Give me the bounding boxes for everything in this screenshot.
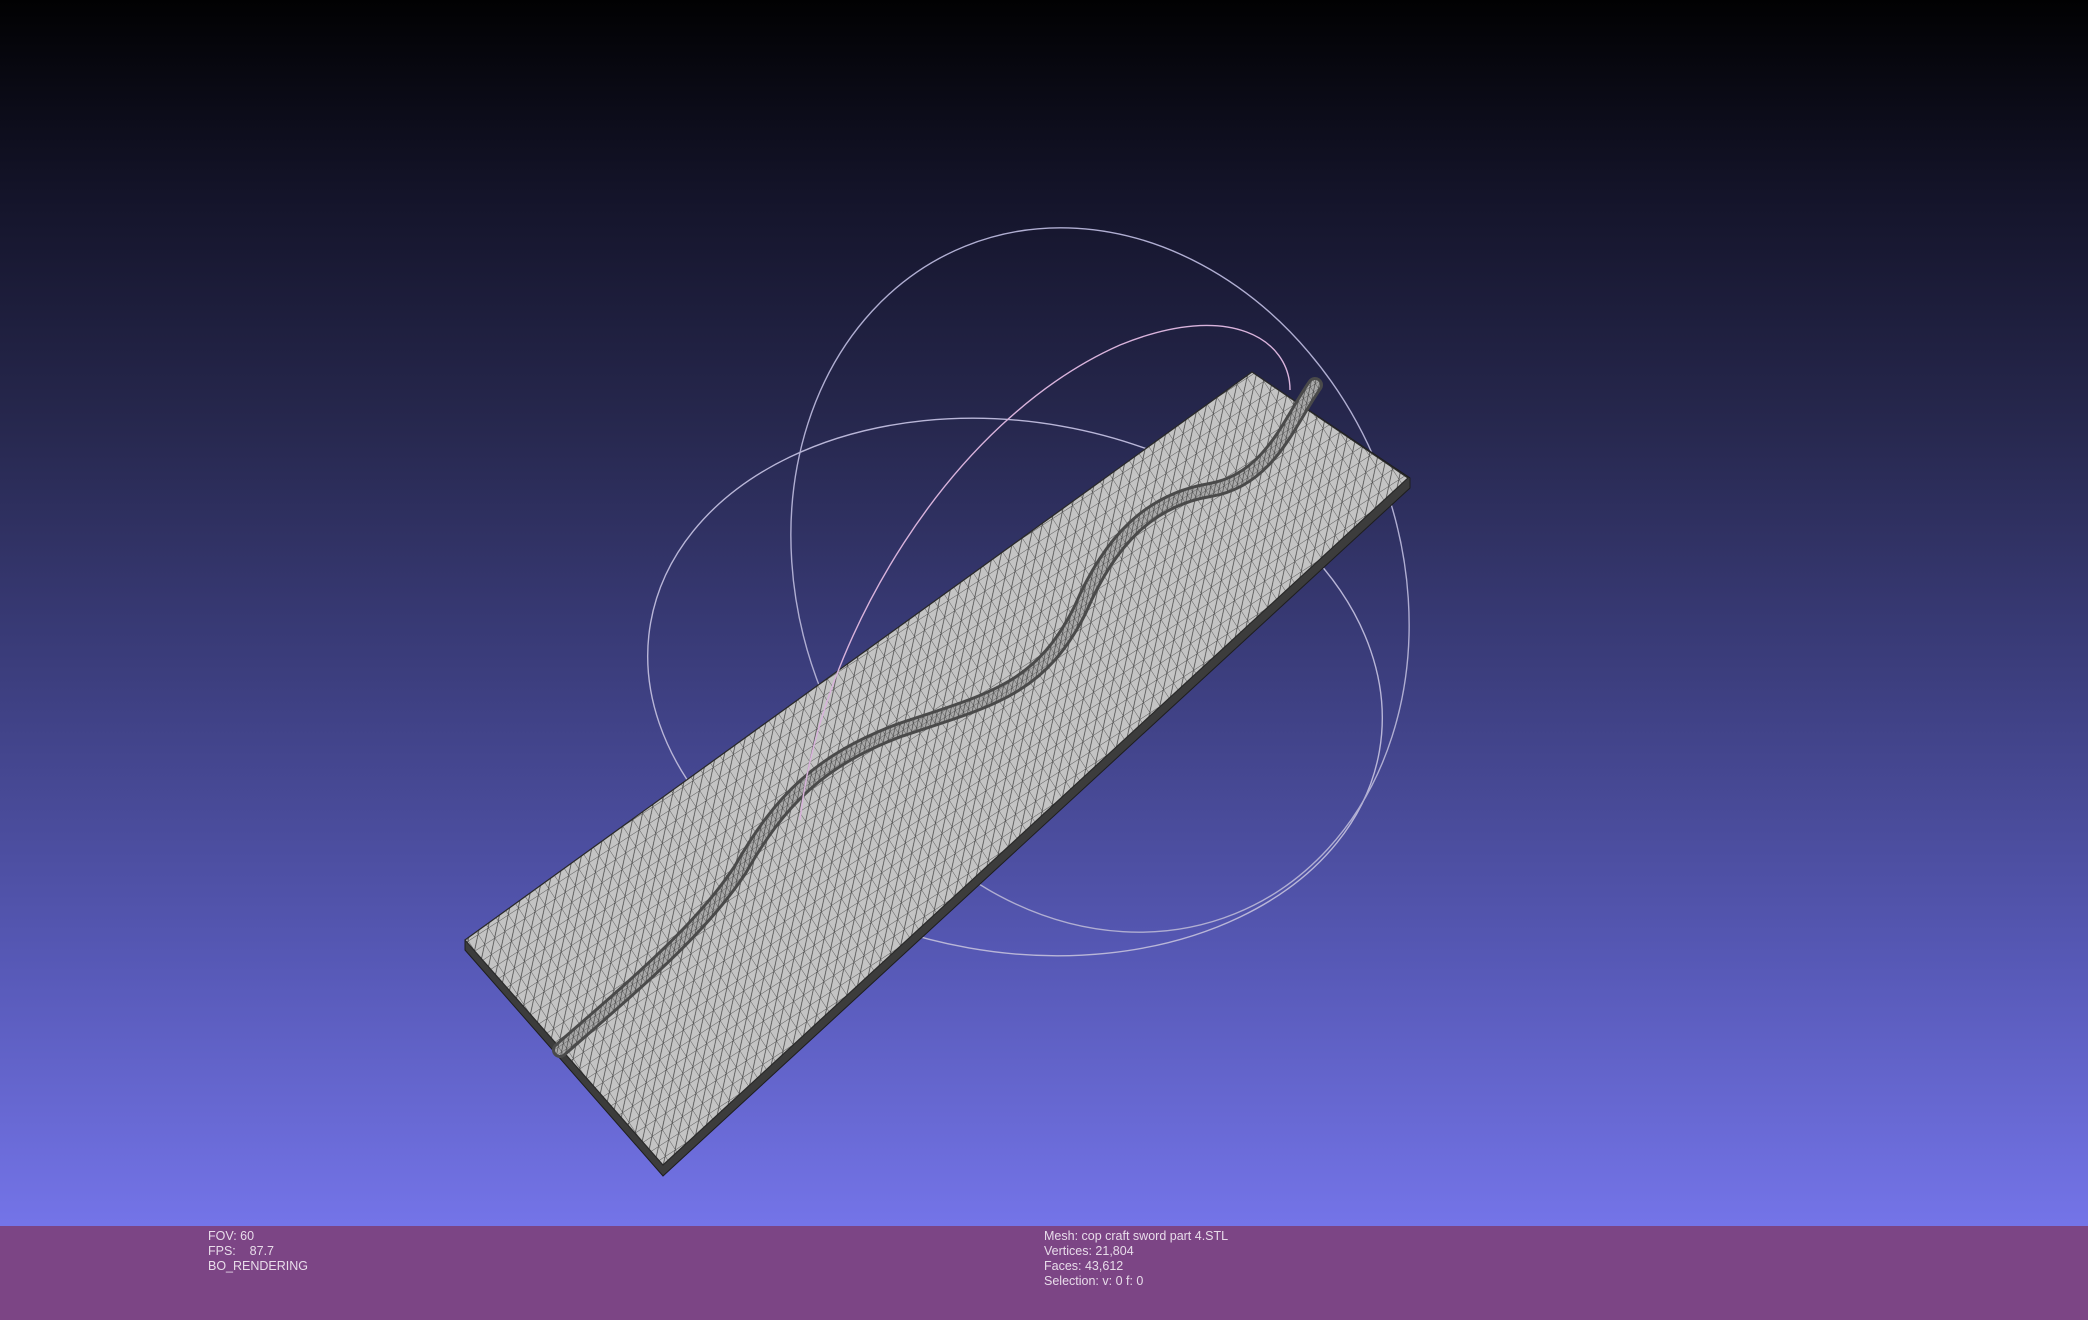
face-count: Faces: 43,612 bbox=[1044, 1259, 1124, 1273]
mesh-scene[interactable] bbox=[0, 0, 2088, 1226]
render-mode: BO_RENDERING bbox=[208, 1259, 309, 1273]
selection-info: Selection: v: 0 f: 0 bbox=[1044, 1274, 1144, 1288]
fps-readout: FPS: 87.7 bbox=[208, 1244, 275, 1258]
mesh-name: Mesh: cop craft sword part 4.STL bbox=[1044, 1229, 1229, 1243]
render-info: FOV: 60 FPS: 87.7 BO_RENDERING bbox=[208, 1229, 308, 1274]
3d-viewport[interactable] bbox=[0, 0, 2088, 1226]
fov-readout: FOV: 60 bbox=[208, 1229, 255, 1243]
status-bar: FOV: 60 FPS: 87.7 BO_RENDERING Mesh: cop… bbox=[0, 1226, 2088, 1320]
mesh-info: Mesh: cop craft sword part 4.STL Vertice… bbox=[1044, 1229, 1228, 1289]
mesh-slab-top bbox=[464, 371, 1409, 1166]
vertex-count: Vertices: 21,804 bbox=[1044, 1244, 1134, 1258]
